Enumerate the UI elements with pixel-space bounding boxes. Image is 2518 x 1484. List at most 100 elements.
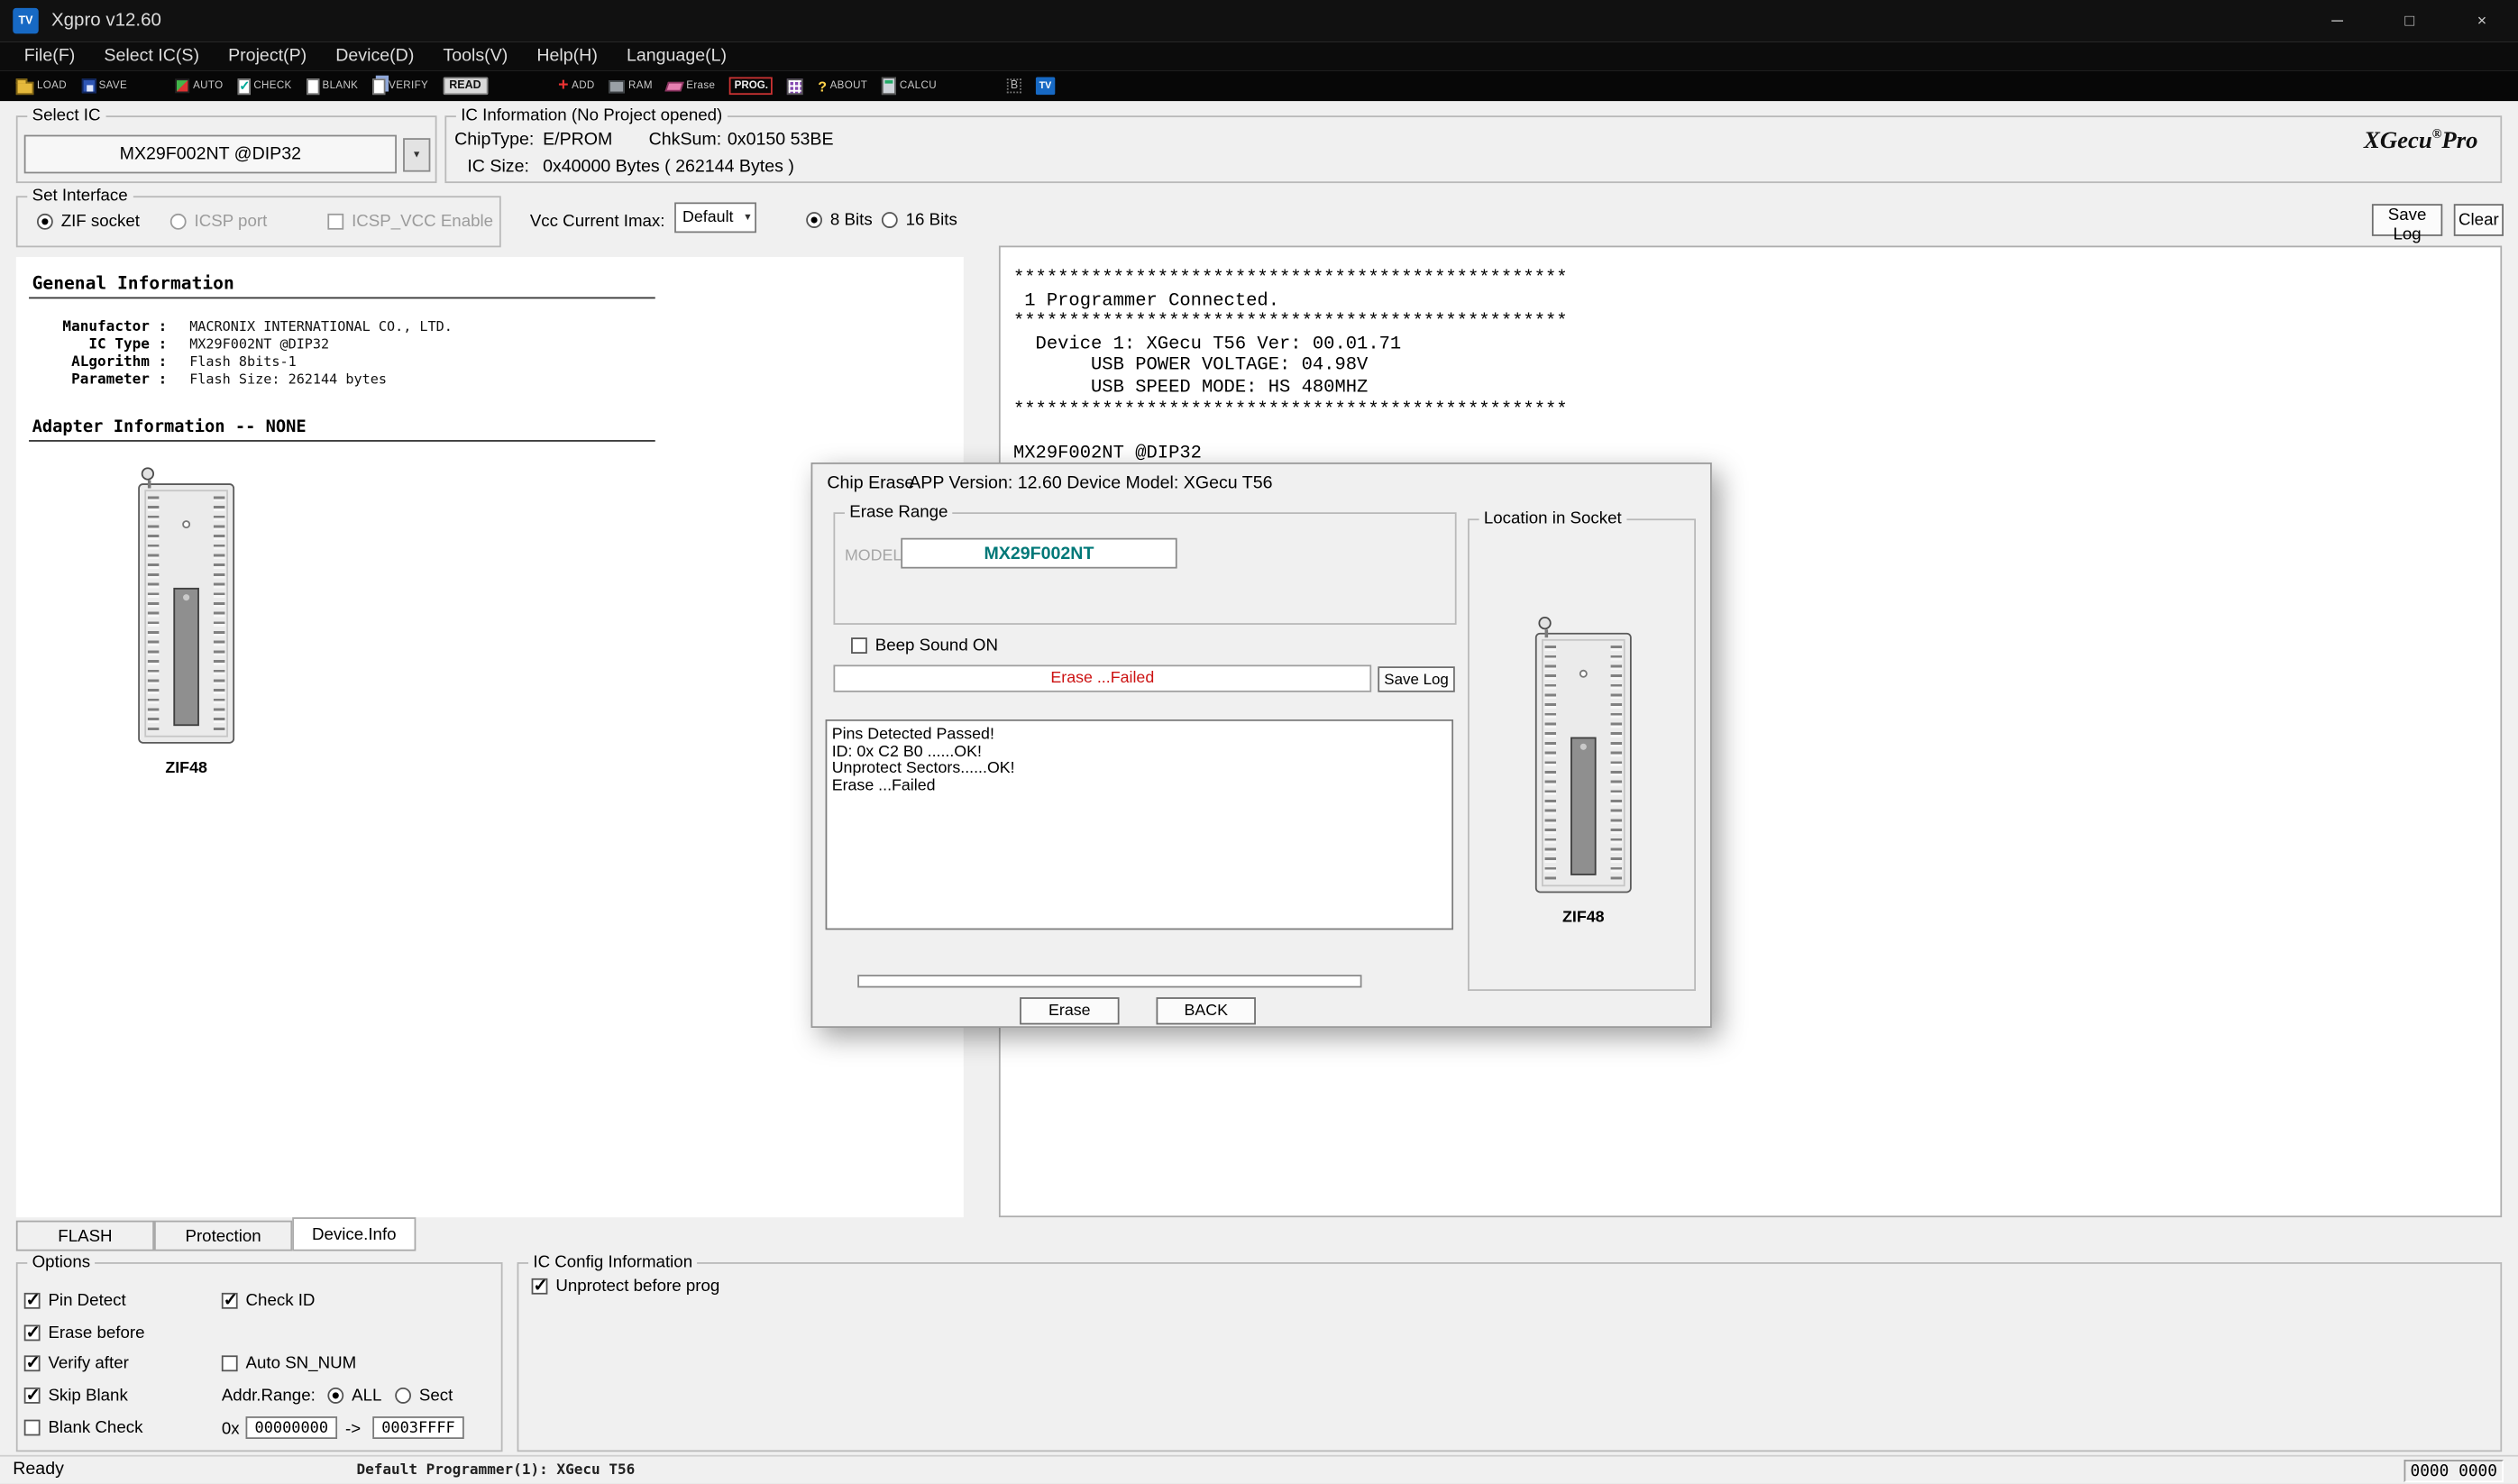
menu-tools[interactable]: Tools(V) bbox=[428, 41, 522, 70]
toolbar-ram-button[interactable]: RAM bbox=[609, 79, 653, 92]
addr-from-input[interactable] bbox=[246, 1416, 338, 1439]
range-arrow-label: -> bbox=[345, 1420, 361, 1439]
dropdown-arrow-icon: ▼ bbox=[743, 213, 755, 223]
vcc-imax-select[interactable]: Default ▼ bbox=[674, 202, 756, 233]
toolbar-logo-button[interactable]: TV bbox=[1036, 78, 1055, 96]
toolbar-about-button[interactable]: ? ABOUT bbox=[818, 78, 867, 94]
ic-combobox-value: MX29F002NT @DIP32 bbox=[120, 144, 301, 163]
log-line: ****************************************… bbox=[1013, 399, 2487, 421]
checkbox-icon bbox=[24, 1420, 41, 1436]
titlebar: TV Xgpro v12.60 ─ □ × bbox=[0, 0, 2518, 41]
toolbar-ic-test-button[interactable] bbox=[787, 78, 803, 94]
icsp-port-radio[interactable]: ICSP port bbox=[170, 212, 267, 231]
status-counter: 0000 0000 bbox=[2404, 1460, 2504, 1482]
toolbar-erase-button[interactable]: Erase bbox=[667, 80, 715, 91]
verify-after-checkbox[interactable]: Verify after bbox=[24, 1354, 129, 1373]
window-title: Xgpro v12.60 bbox=[51, 0, 161, 41]
log-line: ****************************************… bbox=[1013, 312, 2487, 334]
tab-flash[interactable]: FLASH bbox=[16, 1221, 154, 1251]
menu-language[interactable]: Language(L) bbox=[612, 41, 741, 70]
dialog-save-log-button[interactable]: Save Log bbox=[1378, 666, 1455, 692]
dialog-title: Chip Erase bbox=[827, 473, 914, 492]
chksum-value: 0x0150 53BE bbox=[728, 130, 834, 149]
pin-detect-checkbox[interactable]: Pin Detect bbox=[24, 1291, 126, 1310]
toolbar-verify-button[interactable]: VERIFY bbox=[372, 78, 428, 94]
add-plus-icon: + bbox=[558, 78, 568, 93]
check-id-checkbox[interactable]: Check ID bbox=[222, 1291, 316, 1310]
ic-config-group-label: IC Config Information bbox=[528, 1252, 697, 1271]
dropdown-arrow-icon: ▼ bbox=[412, 151, 422, 160]
toolbar-add-button[interactable]: + ADD bbox=[558, 78, 595, 93]
back-button[interactable]: BACK bbox=[1157, 997, 1256, 1024]
eraser-icon bbox=[665, 81, 684, 91]
erase-button[interactable]: Erase bbox=[1020, 997, 1119, 1024]
radio-icon bbox=[882, 212, 898, 228]
blank-check-checkbox[interactable]: Blank Check bbox=[24, 1418, 143, 1437]
erase-before-checkbox[interactable]: Erase before bbox=[24, 1324, 145, 1342]
toolbar-bits-button[interactable]: B bbox=[1007, 78, 1021, 93]
menu-select-ic[interactable]: Select IC(S) bbox=[89, 41, 214, 70]
radio-icon bbox=[395, 1388, 411, 1404]
maximize-button[interactable]: □ bbox=[2374, 0, 2446, 41]
checkbox-icon bbox=[24, 1293, 41, 1309]
tab-device-info[interactable]: Device.Info bbox=[292, 1217, 416, 1250]
close-button[interactable]: × bbox=[2446, 0, 2518, 41]
skip-blank-checkbox[interactable]: Skip Blank bbox=[24, 1386, 128, 1405]
addr-to-input[interactable] bbox=[372, 1416, 464, 1439]
tv-logo-icon: TV bbox=[1036, 78, 1055, 96]
chip-erase-dialog: Chip Erase APP Version: 12.60 Device Mod… bbox=[811, 463, 1712, 1028]
icsp-vcc-checkbox[interactable]: ICSP_VCC Enable bbox=[327, 212, 493, 231]
toolbar-prog-button[interactable]: PROG. bbox=[729, 78, 773, 96]
model-field[interactable]: MX29F002NT bbox=[901, 538, 1177, 569]
bits-icon: B bbox=[1007, 78, 1021, 93]
addr-range-label: Addr.Range: bbox=[222, 1386, 316, 1405]
location-in-socket-group: Location in Socket ZIF48 bbox=[1468, 518, 1696, 991]
chiptype-value: E/PROM bbox=[543, 130, 612, 149]
auto-sn-checkbox[interactable]: Auto SN_NUM bbox=[222, 1354, 356, 1373]
dialog-subtitle: APP Version: 12.60 Device Model: XGecu T… bbox=[909, 473, 1272, 492]
adapter-info-heading: Adapter Information -- NONE bbox=[32, 417, 307, 436]
addr-sect-radio[interactable]: Sect bbox=[395, 1386, 453, 1405]
zif-socket-radio[interactable]: ZIF socket bbox=[37, 212, 140, 231]
toolbar-save-button[interactable]: SAVE bbox=[81, 78, 127, 93]
toolbar-auto-button[interactable]: AUTO bbox=[175, 78, 223, 93]
checkbox-icon bbox=[851, 637, 867, 654]
log-line bbox=[1013, 421, 2487, 443]
erase-log-list[interactable]: Pins Detected Passed! ID: 0x C2 B0 .....… bbox=[826, 719, 1453, 930]
log-line: ****************************************… bbox=[1013, 268, 2487, 289]
calculator-icon bbox=[882, 78, 896, 96]
radio-icon bbox=[37, 214, 53, 230]
toolbar-load-button[interactable]: LOAD bbox=[16, 78, 67, 94]
ic-chip-graphic bbox=[1570, 737, 1597, 875]
menu-help[interactable]: Help(H) bbox=[522, 41, 612, 70]
menu-device[interactable]: Device(D) bbox=[321, 41, 428, 70]
toolbar-read-button[interactable]: READ bbox=[443, 78, 488, 96]
menu-file[interactable]: File(F) bbox=[10, 41, 90, 70]
16bits-radio[interactable]: 16 Bits bbox=[882, 210, 957, 229]
socket-label: ZIF48 bbox=[122, 760, 251, 778]
log-line: USB SPEED MODE: HS 480MHZ bbox=[1013, 378, 2487, 399]
checkbox-icon bbox=[24, 1325, 41, 1342]
toolbar-blank-button[interactable]: BLANK bbox=[307, 78, 359, 94]
menu-project[interactable]: Project(P) bbox=[214, 41, 321, 70]
erase-log-line: Pins Detected Passed! bbox=[832, 728, 1447, 745]
clear-button[interactable]: Clear bbox=[2454, 204, 2504, 236]
toolbar-calc-button[interactable]: CALCU bbox=[882, 78, 937, 96]
divider bbox=[29, 298, 655, 299]
ic-combobox[interactable]: MX29F002NT @DIP32 bbox=[24, 135, 397, 174]
erase-log-line: ID: 0x C2 B0 ......OK! bbox=[832, 745, 1447, 762]
tab-protection[interactable]: Protection bbox=[154, 1221, 292, 1251]
addr-all-radio[interactable]: ALL bbox=[327, 1386, 381, 1405]
log-line: Device 1: XGecu T56 Ver: 00.01.71 bbox=[1013, 334, 2487, 355]
minimize-button[interactable]: ─ bbox=[2302, 0, 2374, 41]
ic-info-group: IC Information (No Project opened) ChipT… bbox=[444, 115, 2502, 183]
unprotect-before-prog-checkbox[interactable]: Unprotect before prog bbox=[532, 1277, 720, 1296]
ic-dropdown-button[interactable]: ▼ bbox=[403, 138, 430, 171]
toolbar-check-button[interactable]: CHECK bbox=[238, 78, 292, 94]
chiptype-label: ChipType: bbox=[454, 130, 534, 149]
save-log-button[interactable]: Save Log bbox=[2372, 204, 2442, 236]
checkbox-icon bbox=[222, 1355, 238, 1371]
beep-sound-checkbox[interactable]: Beep Sound ON bbox=[851, 636, 998, 655]
8bits-radio[interactable]: 8 Bits bbox=[806, 210, 873, 229]
checkbox-icon bbox=[327, 214, 343, 230]
